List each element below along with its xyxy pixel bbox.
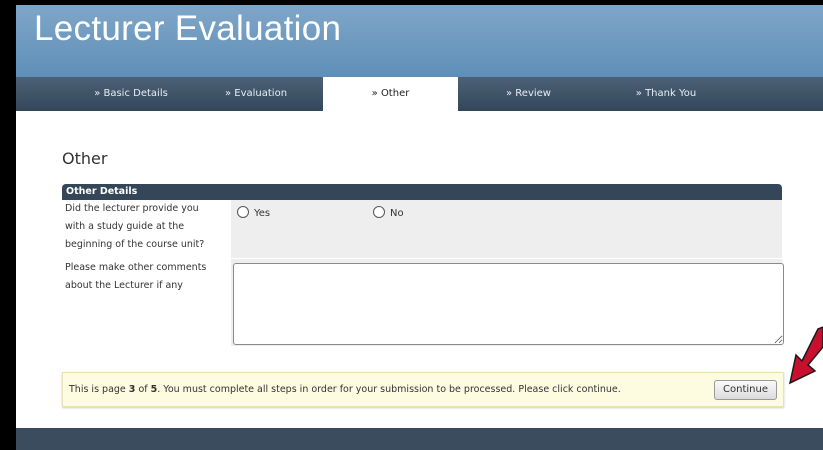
study-guide-question: Did the lecturer provide you with a stud… bbox=[62, 200, 231, 258]
comments-textarea[interactable] bbox=[233, 263, 784, 345]
radio-circle-icon[interactable] bbox=[373, 206, 385, 218]
study-guide-row: Did the lecturer provide you with a stud… bbox=[62, 200, 782, 259]
step-tabs: » Basic Details » Evaluation » Other » R… bbox=[16, 77, 823, 113]
section-title: Other bbox=[62, 149, 108, 168]
comments-row: Please make other comments about the Lec… bbox=[62, 259, 784, 347]
tab-review[interactable]: » Review bbox=[461, 77, 596, 111]
app-title: Lecturer Evaluation bbox=[34, 9, 342, 48]
question-line: Please make other comments bbox=[65, 262, 207, 273]
panel-header: Other Details bbox=[62, 184, 782, 200]
notice-post: . You must complete all steps in order f… bbox=[157, 384, 621, 395]
comments-question: Please make other comments about the Lec… bbox=[62, 259, 231, 346]
tab-evaluation[interactable]: » Evaluation bbox=[186, 77, 326, 111]
notice-text: This is page 3 of 5. You must complete a… bbox=[69, 384, 621, 395]
radio-no[interactable]: No bbox=[373, 206, 404, 219]
tab-other[interactable]: » Other bbox=[323, 77, 458, 113]
radio-yes-label: Yes bbox=[254, 208, 271, 219]
other-details-panel: Other Details Did the lecturer provide y… bbox=[62, 184, 784, 347]
main-content: Other Other Details Did the lecturer pro… bbox=[16, 111, 823, 428]
question-line: Did the lecturer provide you bbox=[65, 203, 199, 214]
footer-bar bbox=[16, 428, 823, 450]
radio-yes[interactable]: Yes bbox=[237, 206, 270, 219]
tab-basic-details[interactable]: » Basic Details bbox=[56, 77, 206, 111]
radio-circle-icon[interactable] bbox=[237, 206, 249, 218]
question-line: about the Lecturer if any bbox=[65, 280, 183, 291]
question-line: beginning of the course unit? bbox=[65, 239, 205, 250]
continue-button[interactable]: Continue bbox=[714, 380, 777, 400]
red-arrow-annotation-icon bbox=[788, 326, 823, 385]
question-line: with a study guide at the bbox=[65, 221, 185, 232]
notice-mid: of bbox=[135, 384, 151, 395]
page-notice: This is page 3 of 5. You must complete a… bbox=[62, 372, 784, 407]
notice-pre: This is page bbox=[69, 384, 129, 395]
app-header: Lecturer Evaluation bbox=[16, 5, 823, 77]
tab-thank-you[interactable]: » Thank You bbox=[596, 77, 736, 111]
radio-no-label: No bbox=[390, 208, 404, 219]
